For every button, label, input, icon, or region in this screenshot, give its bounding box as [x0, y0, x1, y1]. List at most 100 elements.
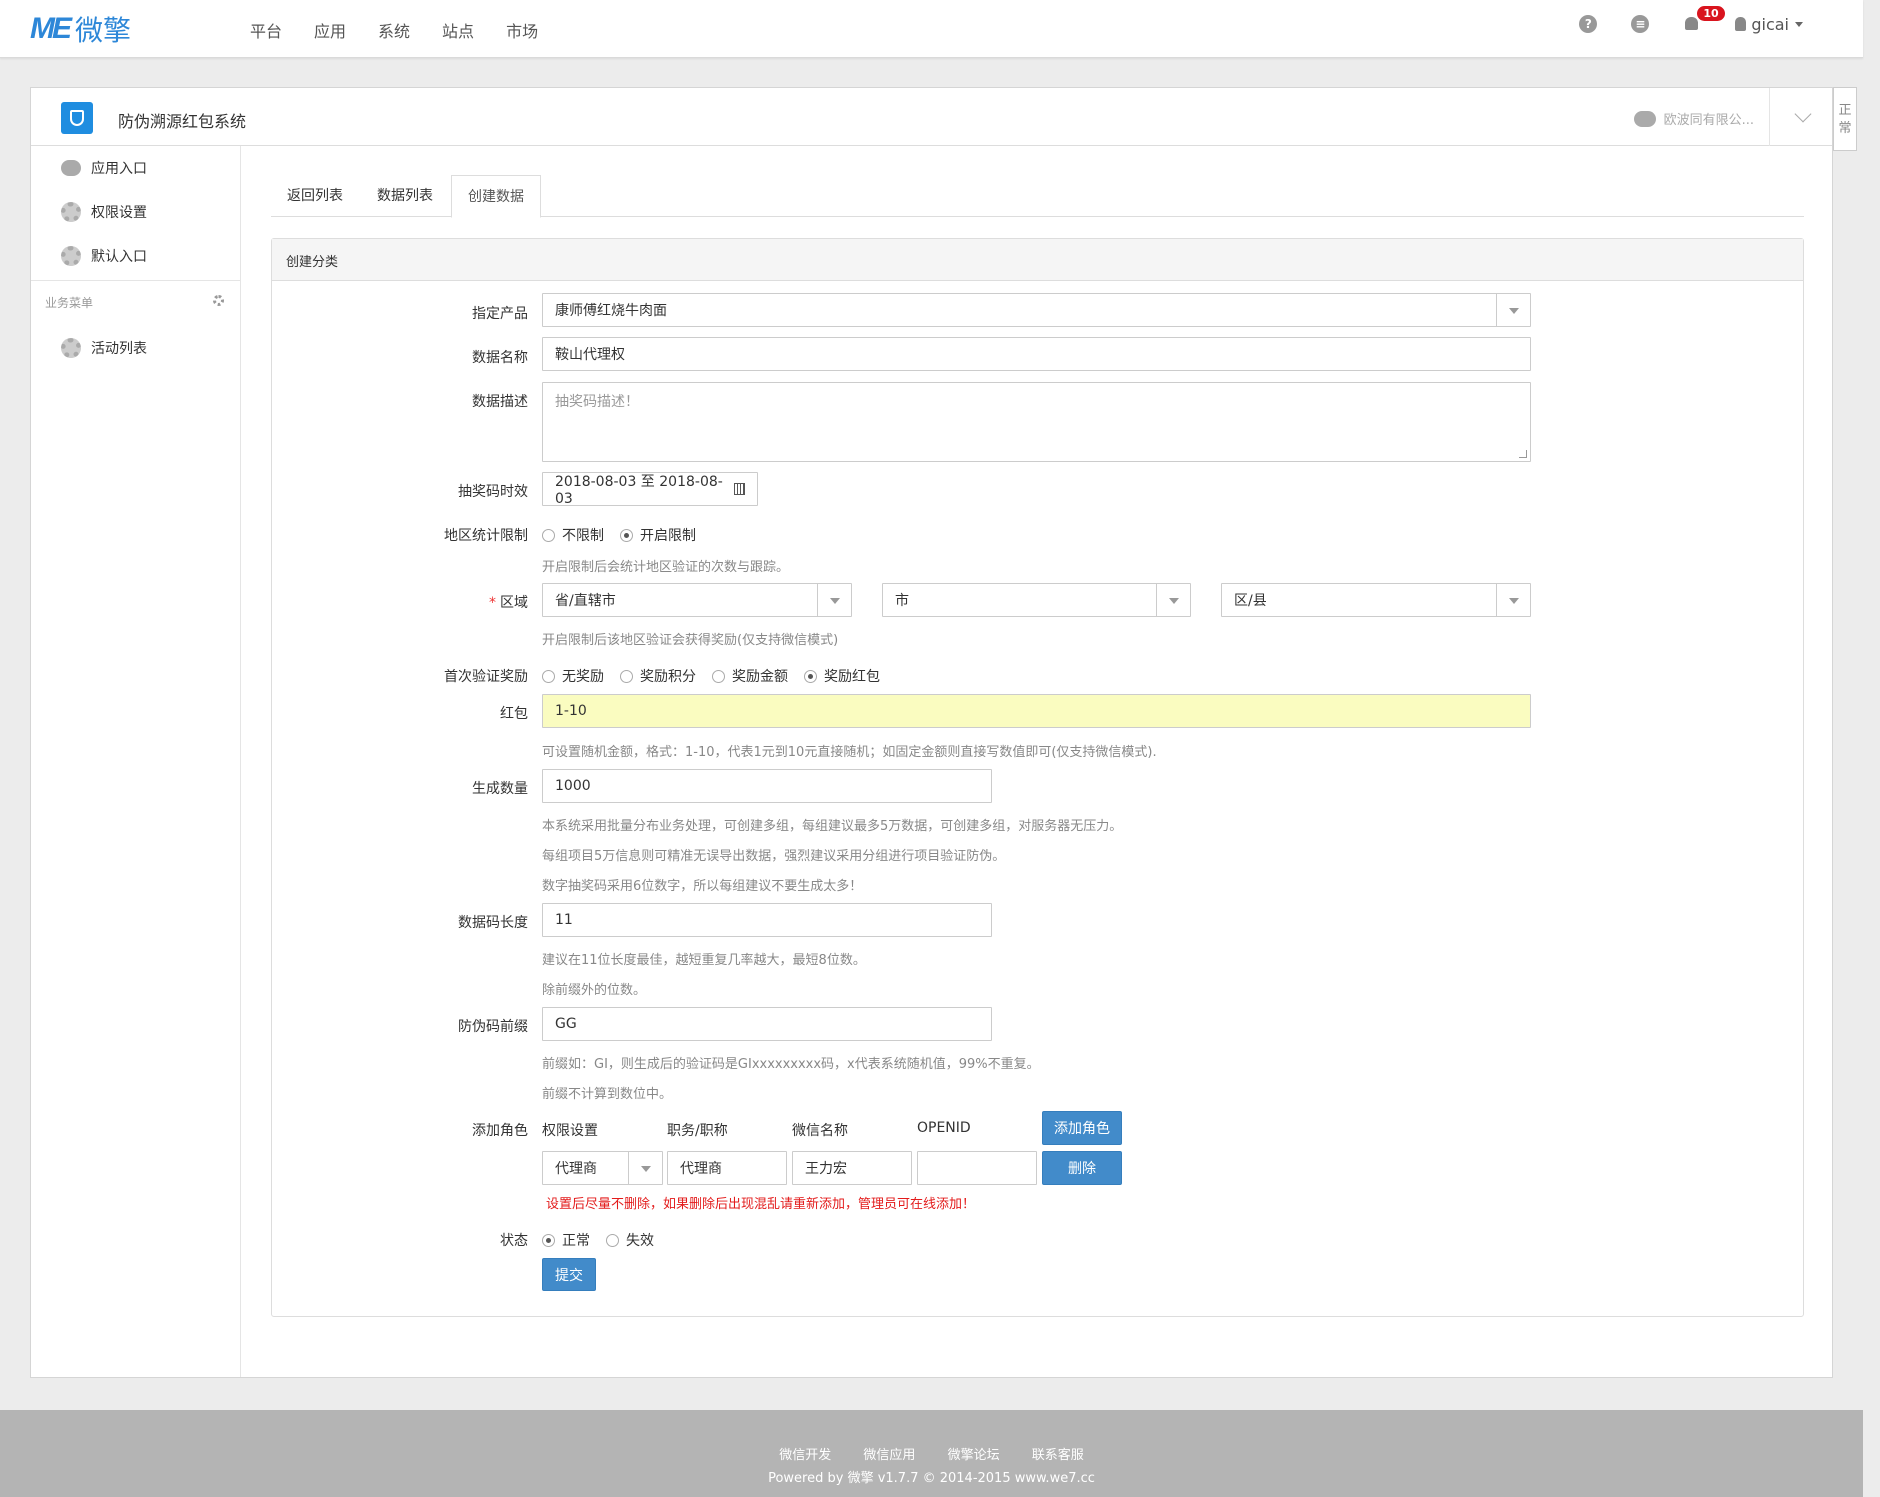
radio-points-reward[interactable]: 奖励积分	[620, 666, 696, 686]
message-icon[interactable]: ≡	[1631, 15, 1650, 33]
sidebar: 应用入口 权限设置 默认入口 业务菜单 活动列表	[31, 146, 241, 1377]
tab-back-to-list[interactable]: 返回列表	[271, 175, 359, 217]
footer-link-forum[interactable]: 微擎论坛	[948, 1448, 1000, 1463]
chevron-down-icon	[1156, 584, 1190, 616]
user-icon	[1735, 17, 1747, 31]
data-name-input[interactable]: 鞍山代理权	[542, 337, 1531, 371]
radio-circle	[712, 669, 725, 683]
radio-enable-limit[interactable]: 开启限制	[620, 525, 696, 545]
label-add-role: 添加角色	[472, 1123, 528, 1139]
description-placeholder: 抽奖码描述！	[555, 394, 639, 410]
label-product: 指定产品	[472, 306, 528, 322]
prefix-input[interactable]: GG	[542, 1007, 992, 1041]
nav-item-market[interactable]: 市场	[506, 18, 538, 42]
radio-status-normal[interactable]: 正常	[542, 1230, 590, 1250]
province-value: 省/直辖市	[555, 593, 616, 609]
quantity-input[interactable]: 1000	[542, 769, 992, 803]
chevron-down-icon	[1496, 584, 1530, 616]
role-header-permission: 权限设置	[542, 1123, 598, 1139]
city-select[interactable]: 市	[882, 583, 1191, 617]
nav-item-site[interactable]: 站点	[442, 18, 474, 42]
radio-label: 奖励红包	[824, 669, 880, 685]
logo-mark: ME	[30, 12, 72, 45]
radio-circle	[606, 1233, 619, 1247]
nav-item-platform[interactable]: 平台	[250, 18, 282, 42]
label-prefix: 防伪码前缀	[458, 1019, 528, 1035]
role-permission-value: 代理商	[555, 1161, 597, 1177]
footer-link-wechat-apps[interactable]: 微信应用	[863, 1448, 915, 1463]
gear-icon	[61, 338, 81, 358]
province-select[interactable]: 省/直辖市	[542, 583, 852, 617]
sidebar-item-label: 应用入口	[91, 161, 147, 177]
wechat-icon	[1633, 110, 1656, 127]
help-icon[interactable]: ?	[1579, 15, 1598, 33]
chevron-down-icon	[628, 1152, 662, 1184]
role-header-wechat: 微信名称	[792, 1123, 848, 1139]
product-select[interactable]: 康师傅红烧牛肉面	[542, 293, 1531, 327]
account-name: 欧波同有限公...	[1663, 113, 1754, 128]
redpack-input[interactable]: 1-10	[542, 694, 1531, 728]
chevron-down-icon	[1496, 294, 1530, 326]
radio-label: 奖励积分	[640, 669, 696, 685]
quantity-help-3: 数字抽奖码采用6位数字，所以每组建议不要生成太多！	[542, 879, 863, 894]
radio-no-reward[interactable]: 无奖励	[542, 666, 604, 686]
footer-link-wechat-dev[interactable]: 微信开发	[779, 1448, 831, 1463]
radio-circle-checked	[804, 669, 817, 683]
tab-create-data[interactable]: 创建数据	[451, 175, 541, 218]
sidebar-item-label: 活动列表	[91, 341, 147, 357]
panel-title: 创建分类	[272, 239, 1803, 281]
radio-label: 不限制	[562, 528, 604, 544]
radio-redpack-reward[interactable]: 奖励红包	[804, 666, 880, 686]
label-region-limit: 地区统计限制	[444, 528, 528, 544]
chevron-down-icon[interactable]	[1794, 105, 1812, 123]
nav-item-apps[interactable]: 应用	[314, 18, 346, 42]
account-switcher[interactable]: 欧波同有限公...	[1633, 109, 1754, 128]
section-settings-icon[interactable]	[213, 295, 224, 306]
radio-status-invalid[interactable]: 失效	[606, 1230, 654, 1250]
sidebar-item-label: 权限设置	[91, 205, 147, 221]
label-validity: 抽奖码时效	[458, 484, 528, 500]
radio-label: 失效	[626, 1233, 654, 1249]
required-mark: *	[489, 595, 496, 611]
nav-item-system[interactable]: 系统	[378, 18, 410, 42]
sidebar-item-app-entry[interactable]: 应用入口	[61, 158, 147, 178]
district-select[interactable]: 区/县	[1221, 583, 1531, 617]
tab-data-list[interactable]: 数据列表	[361, 175, 449, 217]
radio-cash-reward[interactable]: 奖励金额	[712, 666, 788, 686]
calendar-icon	[733, 483, 745, 495]
sidebar-item-permissions[interactable]: 权限设置	[61, 202, 147, 222]
code-length-input[interactable]: 11	[542, 903, 992, 937]
role-openid-input[interactable]	[917, 1151, 1037, 1185]
role-header-openid: OPENID	[917, 1120, 971, 1136]
code-length-help-1: 建议在11位长度最佳，越短重复几率越大，最短8位数。	[542, 953, 866, 968]
sidebar-section-title: 业务菜单	[45, 296, 94, 310]
footer-copyright: Powered by 微擎 v1.7.7 © 2014-2015 www.we7…	[768, 1471, 1095, 1486]
prefix-help-1: 前缀如：GI，则生成后的验证码是GIxxxxxxxxx码，x代表系统随机值，99…	[542, 1057, 1040, 1072]
main-nav: 平台 应用 系统 站点 市场	[250, 18, 570, 42]
role-header-title: 职务/职称	[667, 1123, 728, 1139]
label-code-length: 数据码长度	[458, 915, 528, 931]
submit-button[interactable]: 提交	[542, 1258, 596, 1291]
footer: 微信开发 微信应用 微擎论坛 联系客服 Powered by 微擎 v1.7.7…	[0, 1410, 1863, 1497]
role-wechat-input[interactable]: 王力宏	[792, 1151, 912, 1185]
footer-links: 微信开发 微信应用 微擎论坛 联系客服	[0, 1410, 1863, 1463]
role-title-input[interactable]: 代理商	[667, 1151, 787, 1185]
radio-label: 无奖励	[562, 669, 604, 685]
brand-logo[interactable]: ME 微擎	[30, 12, 131, 47]
sidebar-item-label: 默认入口	[91, 249, 147, 265]
notification-bell-icon[interactable]: 10	[1683, 6, 1725, 34]
radio-no-limit[interactable]: 不限制	[542, 525, 604, 545]
role-permission-select[interactable]: 代理商	[542, 1151, 663, 1185]
footer-link-support[interactable]: 联系客服	[1032, 1448, 1084, 1463]
sidebar-item-default-entry[interactable]: 默认入口	[61, 246, 147, 266]
description-textarea[interactable]: 抽奖码描述！	[542, 382, 1531, 462]
add-role-button[interactable]: 添加角色	[1042, 1111, 1122, 1145]
delete-role-button[interactable]: 删除	[1042, 1151, 1122, 1185]
radio-circle	[620, 669, 633, 683]
user-menu[interactable]: gicai	[1735, 15, 1803, 34]
date-range-picker[interactable]: 2018-08-03 至 2018-08-03	[542, 472, 758, 507]
sidebar-item-activity-list[interactable]: 活动列表	[61, 338, 147, 358]
radio-circle	[542, 528, 555, 542]
label-quantity: 生成数量	[472, 781, 528, 797]
status-side-tab[interactable]: 正常	[1833, 87, 1857, 151]
